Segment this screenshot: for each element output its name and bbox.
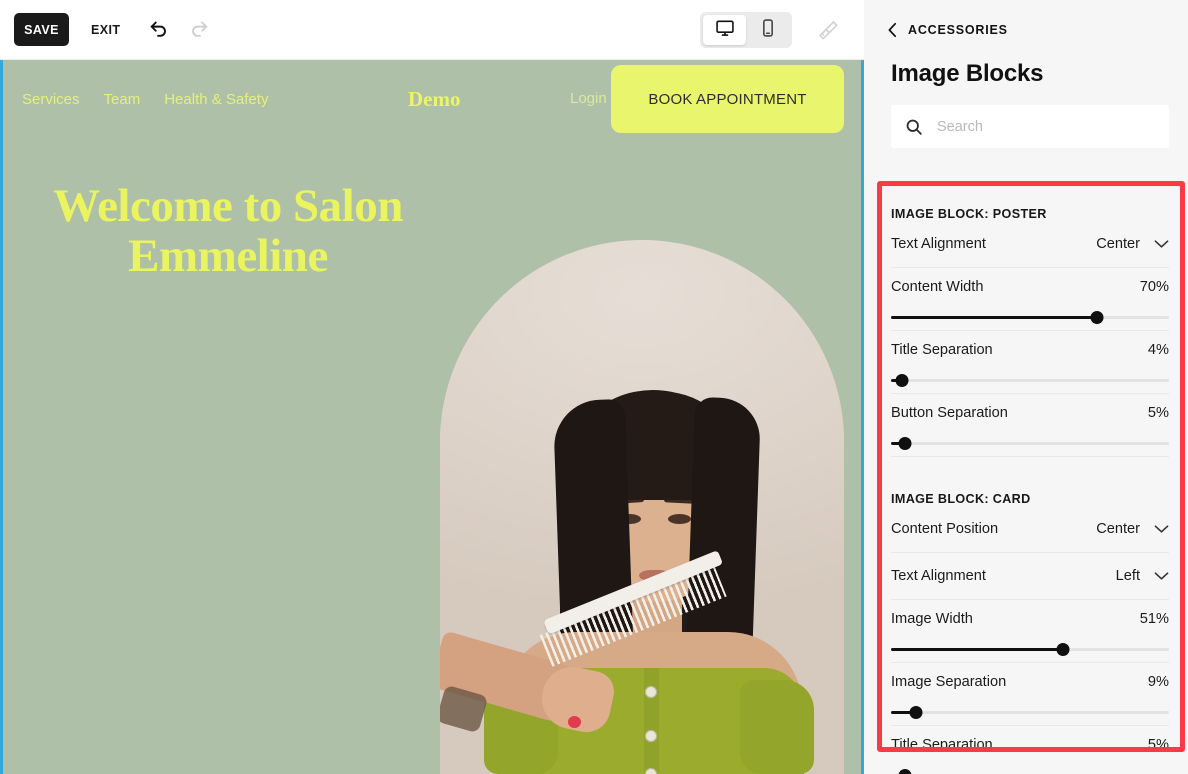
- setting-label: Title Separation: [891, 342, 993, 358]
- setting-row-content-position-card[interactable]: Content Position Center: [891, 506, 1169, 553]
- setting-row-text-alignment-poster[interactable]: Text Alignment Center: [891, 221, 1169, 268]
- back-label: ACCESSORIES: [908, 23, 1008, 37]
- setting-value: 70%: [1139, 279, 1169, 295]
- chevron-left-icon: [887, 22, 898, 38]
- save-button[interactable]: SAVE: [14, 13, 69, 46]
- setting-value: 9%: [1147, 674, 1169, 690]
- image-separation-slider[interactable]: [891, 701, 1169, 723]
- select-value: Center: [1096, 521, 1140, 537]
- setting-value[interactable]: Center: [1096, 236, 1169, 252]
- select-value: Center: [1096, 236, 1140, 252]
- search-input[interactable]: [937, 118, 1155, 135]
- setting-label: Content Width: [891, 279, 984, 295]
- setting-row-text-alignment-card[interactable]: Text Alignment Left: [891, 553, 1169, 600]
- editor-area: SAVE EXIT Services Team Health & Safety …: [0, 0, 864, 774]
- setting-value: 5%: [1147, 405, 1169, 421]
- button-separation-slider[interactable]: [891, 432, 1169, 454]
- setting-label: Text Alignment: [891, 568, 986, 584]
- search-icon: [905, 118, 923, 136]
- setting-row-title-separation-card[interactable]: Title Separation 5%: [891, 726, 1169, 774]
- chevron-down-icon: [1154, 571, 1169, 581]
- mobile-view-button[interactable]: [746, 15, 789, 45]
- setting-value: 51%: [1139, 611, 1169, 627]
- setting-value: 5%: [1147, 737, 1169, 753]
- nav-link-health-safety[interactable]: Health & Safety: [164, 91, 268, 108]
- chevron-down-icon: [1154, 239, 1169, 249]
- setting-row-image-separation-card[interactable]: Image Separation 9%: [891, 663, 1169, 726]
- setting-value[interactable]: Center: [1096, 521, 1169, 537]
- undo-button[interactable]: [142, 13, 176, 47]
- back-to-accessories-button[interactable]: ACCESSORIES: [887, 22, 1008, 38]
- top-toolbar: SAVE EXIT: [0, 0, 864, 60]
- search-field[interactable]: [891, 105, 1169, 148]
- site-preview-inner: Services Team Health & Safety Demo Login…: [3, 60, 861, 774]
- hero-image-arch[interactable]: [440, 240, 844, 774]
- select-value: Left: [1115, 568, 1140, 584]
- mobile-phone-icon: [758, 18, 778, 41]
- woman-combing-hair-photo: [440, 240, 844, 774]
- setting-label: Button Separation: [891, 405, 1008, 421]
- book-appointment-button[interactable]: BOOK APPOINTMENT: [611, 65, 844, 133]
- editor-app: SAVE EXIT Services Team Health & Safety …: [0, 0, 1188, 774]
- site-logo[interactable]: Demo: [408, 87, 460, 112]
- setting-value[interactable]: Left: [1116, 568, 1169, 584]
- undo-arrow-icon: [148, 17, 170, 42]
- setting-row-content-width-poster[interactable]: Content Width 70%: [891, 268, 1169, 331]
- chevron-down-icon: [1154, 524, 1169, 534]
- title-separation-card-slider[interactable]: [891, 764, 1169, 774]
- setting-label: Title Separation: [891, 737, 993, 753]
- theme-brush-button[interactable]: [812, 13, 846, 47]
- nav-link-team[interactable]: Team: [104, 91, 141, 108]
- desktop-monitor-icon: [715, 18, 735, 41]
- redo-button[interactable]: [182, 13, 216, 47]
- settings-panel: ACCESSORIES Image Blocks IMAGE BLOCK: PO…: [864, 0, 1188, 774]
- page-title: Image Blocks: [891, 60, 1044, 87]
- content-width-slider[interactable]: [891, 306, 1169, 328]
- group-title-poster: IMAGE BLOCK: POSTER: [891, 207, 1047, 221]
- desktop-view-button[interactable]: [703, 14, 746, 45]
- nav-link-services[interactable]: Services: [22, 91, 80, 108]
- site-nav-links: Services Team Health & Safety: [22, 91, 268, 108]
- settings-list[interactable]: IMAGE BLOCK: POSTER Text Alignment Cente…: [864, 186, 1188, 774]
- paintbrush-icon: [817, 16, 841, 43]
- setting-row-button-separation-poster[interactable]: Button Separation 5%: [891, 394, 1169, 457]
- setting-label: Content Position: [891, 521, 999, 537]
- exit-button[interactable]: EXIT: [91, 23, 120, 37]
- nav-link-login[interactable]: Login: [570, 90, 607, 107]
- setting-row-image-width-card[interactable]: Image Width 51%: [891, 600, 1169, 663]
- setting-row-title-separation-poster[interactable]: Title Separation 4%: [891, 331, 1169, 394]
- device-toolbar: [700, 11, 846, 48]
- title-separation-slider[interactable]: [891, 369, 1169, 391]
- setting-label: Image Width: [891, 611, 973, 627]
- setting-value: 4%: [1147, 342, 1169, 358]
- redo-arrow-icon: [188, 17, 210, 42]
- site-preview-canvas[interactable]: Services Team Health & Safety Demo Login…: [0, 60, 864, 774]
- setting-label: Text Alignment: [891, 236, 986, 252]
- hero-title[interactable]: Welcome to Salon Emmeline: [23, 181, 433, 282]
- setting-label: Image Separation: [891, 674, 1007, 690]
- image-width-slider[interactable]: [891, 638, 1169, 660]
- device-toggle-group: [700, 11, 792, 48]
- group-title-card: IMAGE BLOCK: CARD: [891, 492, 1031, 506]
